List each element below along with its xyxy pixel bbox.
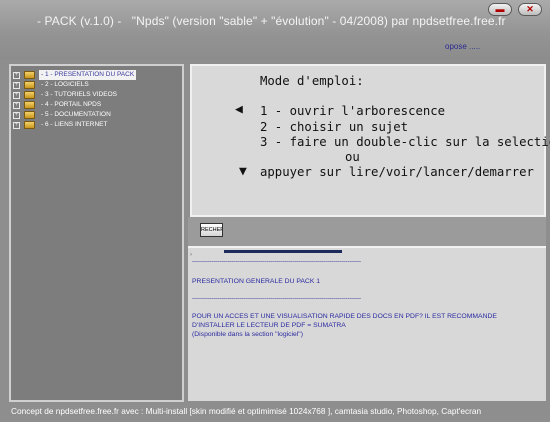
folder-icon <box>24 111 35 119</box>
window-title: - PACK (v.1.0) - "Npds" (version "sable"… <box>37 14 506 28</box>
expand-icon[interactable]: + <box>13 72 20 79</box>
divider-line: ----------------------------------------… <box>192 258 361 265</box>
content-heading: PRESENTATION GENERALE DU PACK 1 <box>192 278 321 285</box>
folder-icon <box>24 81 35 89</box>
tree-item-tutoriels[interactable]: + - 3 - TUTORIELS VIDEOS <box>13 90 183 100</box>
help-alt: appuyer sur lire/voir/lancer/demarrer <box>260 165 534 179</box>
folder-icon <box>24 121 35 129</box>
content-paragraph-2: D'INSTALLER LE LECTEUR DE PDF = SUMATRA <box>192 322 346 329</box>
tree-panel: + - 1 - PRESENTATION DU PACK + - 2 - LOG… <box>9 64 184 402</box>
help-or: ou <box>345 150 360 164</box>
expand-icon[interactable]: + <box>13 112 20 119</box>
arrow-down-icon: ▼ <box>239 164 247 179</box>
content-paragraph-3: (Disponible dans la section "logiciel") <box>192 331 303 338</box>
folder-icon <box>24 91 35 99</box>
tree-item-label: - 1 - PRESENTATION DU PACK <box>39 70 137 80</box>
tree-item-label: - 6 - LIENS INTERNET <box>41 121 108 128</box>
propose-link[interactable]: opose ..... <box>445 42 480 51</box>
help-step-2: 2 - choisir un sujet <box>260 120 409 134</box>
close-icon[interactable]: ✕ <box>518 3 542 16</box>
tree-item-logiciels[interactable]: + - 2 - LOGICIELS <box>13 80 183 90</box>
expand-icon[interactable]: + <box>13 92 20 99</box>
help-panel: Mode d'emploi: ◀ 1 - ouvrir l'arborescen… <box>190 64 550 217</box>
content-panel: › --------------------------------------… <box>188 246 546 401</box>
expand-icon[interactable]: + <box>13 122 20 129</box>
footer-credits: Concept de npdsetfree.free.fr avec : Mul… <box>11 406 482 416</box>
search-button[interactable]: RECHERCHER <box>200 223 223 237</box>
minimize-icon[interactable]: ▬ <box>488 3 512 16</box>
tree-item-liens[interactable]: + - 6 - LIENS INTERNET <box>13 120 183 130</box>
expand-icon[interactable]: + <box>13 82 20 89</box>
folder-icon <box>24 101 35 109</box>
tree-item-portail[interactable]: + - 4 - PORTAIL NPDS <box>13 100 183 110</box>
tree-item-label: - 4 - PORTAIL NPDS <box>41 101 102 108</box>
folder-icon <box>24 71 35 79</box>
title-bar: - PACK (v.1.0) - "Npds" (version "sable"… <box>0 0 550 60</box>
tree-item-presentation[interactable]: + - 1 - PRESENTATION DU PACK <box>13 70 183 80</box>
arrow-left-icon: ◀ <box>235 102 243 117</box>
help-step-1: 1 - ouvrir l'arborescence <box>260 104 446 118</box>
expand-icon[interactable]: + <box>13 102 20 109</box>
help-title: Mode d'emploi: <box>260 74 364 88</box>
help-step-3: 3 - faire un double-clic sur la selectio… <box>260 135 550 149</box>
divider-line: ----------------------------------------… <box>192 295 361 302</box>
tree-item-label: - 2 - LOGICIELS <box>41 81 89 88</box>
tree-item-label: - 5 - DOCUMENTATION <box>41 111 111 118</box>
progress-bar <box>224 250 342 253</box>
tree-item-label: - 3 - TUTORIELS VIDEOS <box>41 91 117 98</box>
tree-item-documentation[interactable]: + - 5 - DOCUMENTATION <box>13 110 183 120</box>
search-strip: RECHERCHER <box>188 217 546 246</box>
content-paragraph-1: POUR UN ACCES ET UNE VISUALISATION RAPID… <box>192 313 497 320</box>
